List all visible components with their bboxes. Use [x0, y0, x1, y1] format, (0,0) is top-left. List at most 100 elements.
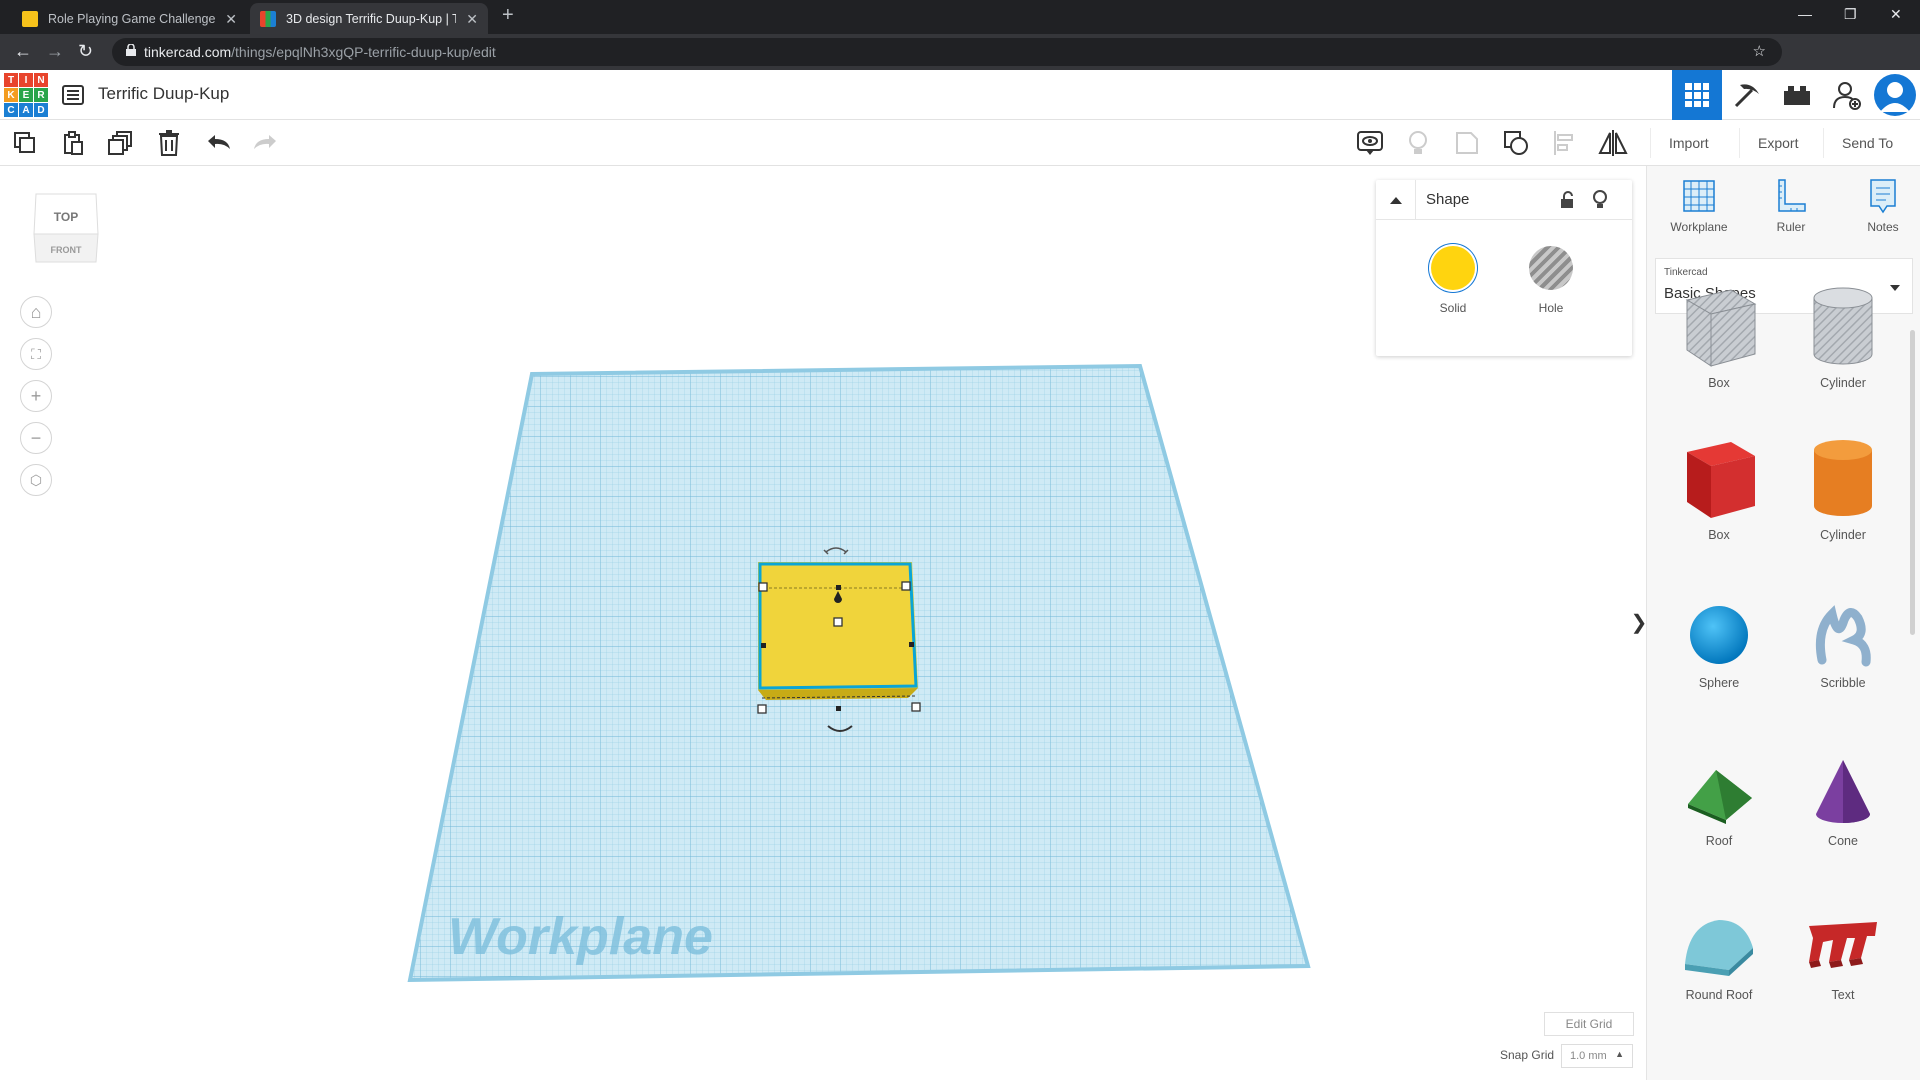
shapes-panel: Workplane Ruler Notes Tinkercad Basic Sh… — [1646, 166, 1920, 1080]
shape-roof[interactable]: Roof — [1669, 754, 1769, 848]
shape-cylinder[interactable]: Cylinder — [1793, 436, 1893, 542]
browser-tab-active[interactable]: 3D design Terrific Duup-Kup | Tin ✕ — [250, 3, 488, 34]
text-shape-icon — [1809, 922, 1877, 968]
solid-label: Solid — [1439, 301, 1467, 315]
shape-scribble[interactable]: Scribble — [1793, 600, 1893, 690]
user-avatar[interactable] — [1874, 74, 1916, 116]
app-header: T I N K E R C A D Terrific Duup-Kup — [0, 70, 1920, 120]
resize-handle[interactable] — [901, 581, 911, 591]
edge-handle[interactable] — [836, 585, 841, 590]
back-icon[interactable]: ← — [14, 41, 32, 61]
export-button[interactable]: Export — [1739, 128, 1816, 158]
edit-grid-button[interactable]: Edit Grid — [1544, 1012, 1634, 1036]
resize-handle[interactable] — [833, 617, 843, 627]
codeblocks-view-button[interactable] — [1722, 70, 1772, 120]
new-tab-icon[interactable]: + — [502, 4, 514, 27]
box-red-icon — [1687, 442, 1755, 518]
shape-text[interactable]: Text — [1793, 908, 1893, 1002]
edge-handle[interactable] — [761, 643, 766, 648]
resize-handle[interactable] — [911, 702, 921, 712]
sphere-icon — [1690, 606, 1748, 664]
ungroup-button[interactable] — [1501, 128, 1531, 158]
notes-tool[interactable]: Notes — [1845, 178, 1920, 234]
browser-tab-title: 3D design Terrific Duup-Kup | Tin — [286, 11, 456, 26]
browser-tab-title: Role Playing Game Challenge - In — [48, 11, 218, 26]
ruler-tool[interactable]: Ruler — [1753, 178, 1829, 234]
url-path: /things/epqlNh3xgQP-terrific-duup-kup/ed… — [231, 44, 496, 60]
mirror-button[interactable] — [1598, 128, 1628, 158]
paste-button[interactable] — [58, 128, 88, 158]
delete-button[interactable] — [154, 128, 184, 158]
close-window-icon[interactable]: ✕ — [1890, 6, 1902, 23]
url-field[interactable]: tinkercad.com/things/epqlNh3xgQP-terrifi… — [112, 38, 1782, 66]
shape-label: Roof — [1705, 834, 1733, 848]
shape-cone[interactable]: Cone — [1793, 754, 1893, 848]
workplane-tool[interactable]: Workplane — [1661, 178, 1737, 234]
send-to-button[interactable]: Send To — [1823, 128, 1911, 158]
minimize-icon[interactable]: — — [1798, 6, 1812, 22]
collapse-inspector-button[interactable] — [1376, 179, 1416, 220]
mirror-icon — [1598, 130, 1628, 156]
unlock-icon[interactable] — [1559, 191, 1575, 209]
lock-icon — [126, 44, 136, 56]
resize-handle[interactable] — [757, 704, 767, 714]
grid-view-icon — [1685, 83, 1709, 107]
selected-box-shape[interactable] — [758, 562, 918, 700]
cone-icon — [1816, 760, 1870, 823]
shape-label: Scribble — [1820, 676, 1866, 690]
bricks-view-button[interactable] — [1772, 70, 1822, 120]
ruler-tool-label: Ruler — [1776, 220, 1806, 234]
collapse-panel-button[interactable]: ❯ — [1631, 600, 1647, 644]
duplicate-button[interactable] — [106, 128, 136, 158]
logo-letter: N — [34, 73, 48, 87]
browser-address-bar: ← → ↻ tinkercad.com/things/epqlNh3xgQP-t… — [0, 34, 1920, 95]
browser-tab[interactable]: Role Playing Game Challenge - In ✕ — [12, 3, 247, 34]
undo-button[interactable] — [204, 128, 234, 158]
chevron-updown-icon: ▲ — [1615, 1049, 1624, 1059]
close-tab-icon[interactable]: ✕ — [225, 11, 237, 28]
copy-button[interactable] — [10, 128, 40, 158]
comment-eye-icon — [1357, 131, 1383, 155]
redo-icon — [254, 135, 276, 149]
redo-button[interactable] — [250, 128, 280, 158]
visibility-bulb-icon[interactable] — [1593, 190, 1607, 210]
undo-icon — [208, 135, 230, 149]
shape-sphere[interactable]: Sphere — [1669, 600, 1769, 690]
share-user-button[interactable] — [1822, 70, 1872, 120]
shape-box[interactable]: Box — [1669, 436, 1769, 542]
shape-label: Cylinder — [1820, 528, 1866, 542]
solid-color-swatch[interactable] — [1431, 246, 1475, 290]
align-button[interactable] — [1550, 128, 1580, 158]
design-list-icon[interactable] — [62, 84, 84, 106]
forward-icon[interactable]: → — [46, 41, 64, 61]
tinkercad-logo[interactable]: T I N K E R C A D — [4, 73, 48, 117]
shape-round-roof[interactable]: Round Roof — [1669, 908, 1769, 1002]
hole-swatch[interactable] — [1529, 246, 1573, 290]
shape-label: Box — [1708, 528, 1730, 542]
restore-icon[interactable]: ❐ — [1844, 6, 1857, 23]
import-button[interactable]: Import — [1650, 128, 1727, 158]
snap-grid-select[interactable]: 1.0 mm ▲ — [1561, 1044, 1633, 1068]
edge-handle[interactable] — [909, 642, 914, 647]
3d-design-view-button[interactable] — [1672, 70, 1722, 120]
design-title[interactable]: Terrific Duup-Kup — [98, 84, 229, 104]
edge-handle[interactable] — [836, 706, 841, 711]
add-user-icon — [1833, 82, 1861, 110]
logo-letter: K — [4, 88, 18, 102]
logo-letter: A — [19, 103, 33, 117]
close-tab-icon[interactable]: ✕ — [466, 11, 478, 28]
group-button[interactable] — [1452, 128, 1482, 158]
shape-label: Text — [1831, 988, 1855, 1002]
shape-box-hole[interactable]: Box — [1669, 284, 1769, 390]
reload-icon[interactable]: ↻ — [78, 41, 93, 61]
shape-cylinder-hole[interactable]: Cylinder — [1793, 284, 1893, 390]
inspector-header: Shape — [1376, 179, 1632, 220]
trash-icon — [159, 130, 179, 156]
bookmark-star-icon[interactable]: ☆ — [1753, 42, 1766, 60]
logo-letter: I — [19, 73, 33, 87]
shapes-scrollbar[interactable] — [1910, 330, 1915, 635]
resize-handle[interactable] — [758, 582, 768, 592]
show-all-button[interactable] — [1403, 128, 1433, 158]
shape-inspector: Shape Solid Hole — [1376, 179, 1632, 356]
notes-tool-button[interactable] — [1355, 128, 1385, 158]
